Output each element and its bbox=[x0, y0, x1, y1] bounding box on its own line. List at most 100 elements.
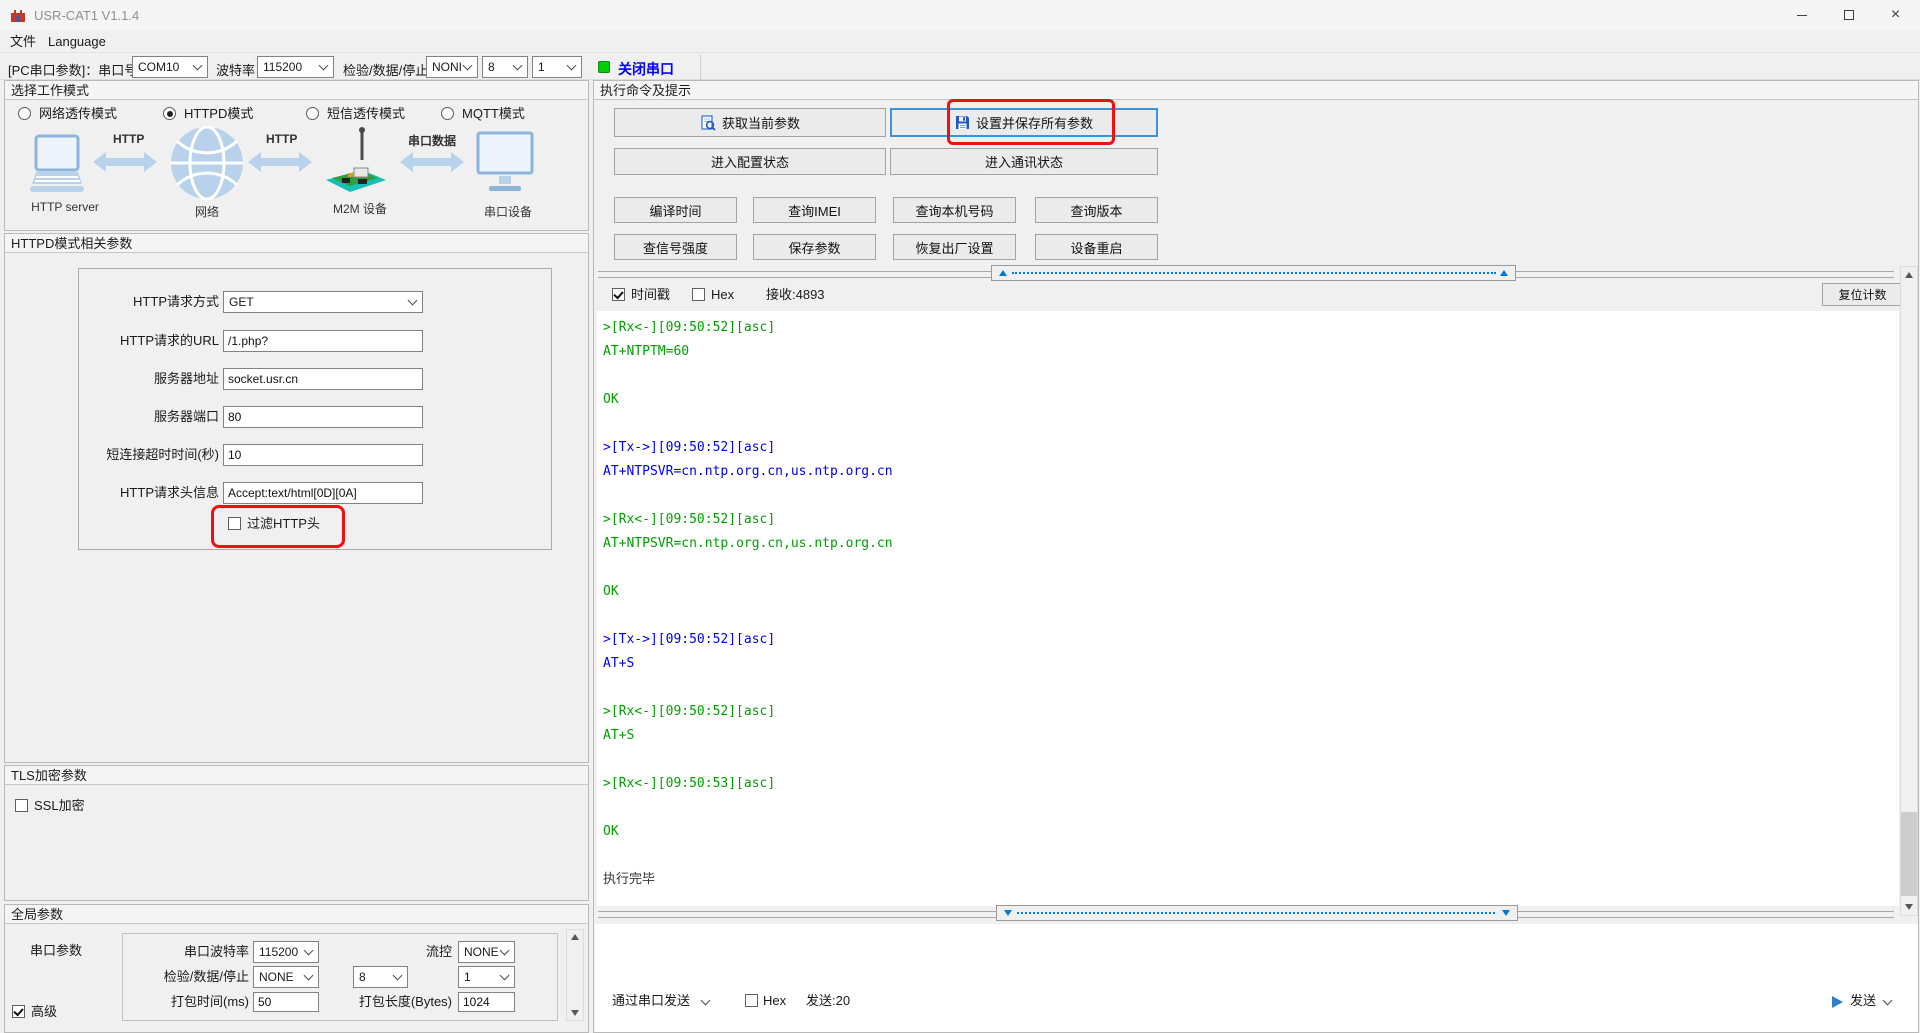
chevron-down-icon bbox=[499, 970, 510, 981]
log-line: >[Tx->][09:50:52][asc] bbox=[603, 632, 776, 647]
com-port-select[interactable]: COM10 bbox=[132, 56, 208, 78]
save-params-button[interactable]: 保存参数 bbox=[753, 234, 876, 260]
scroll-down-icon[interactable] bbox=[571, 1010, 579, 1016]
get-params-button[interactable]: 获取当前参数 bbox=[614, 108, 886, 137]
parity-value: NONI bbox=[432, 60, 462, 74]
get-params-label: 获取当前参数 bbox=[721, 116, 800, 131]
timeout-input[interactable] bbox=[223, 444, 423, 466]
chevron-down-icon bbox=[512, 60, 523, 71]
query-version-label: 查询版本 bbox=[1070, 203, 1123, 219]
ssl-checkbox[interactable] bbox=[15, 799, 28, 812]
stopbits-select[interactable]: 1 bbox=[532, 56, 582, 78]
http-method-select[interactable]: GET bbox=[223, 291, 423, 313]
device-restart-button[interactable]: 设备重启 bbox=[1035, 234, 1158, 260]
hex-display-label: Hex bbox=[711, 287, 735, 302]
splitter-dotted-line bbox=[1012, 272, 1496, 274]
global-stopbits-value: 1 bbox=[464, 970, 471, 984]
app-window: USR-CAT1 V1.1.4 × 文件 Language [PC串口参数]：串… bbox=[0, 0, 1920, 1033]
set-save-button[interactable]: 设置并保存所有参数 bbox=[890, 108, 1158, 137]
radio-sms-mode[interactable] bbox=[306, 107, 319, 120]
global-baud-select[interactable]: 115200 bbox=[253, 941, 319, 963]
timestamp-checkbox[interactable] bbox=[612, 288, 625, 301]
packtime-label: 打包时间(ms) bbox=[171, 994, 249, 1009]
title-bar: USR-CAT1 V1.1.4 × bbox=[0, 0, 1920, 30]
minimize-button[interactable] bbox=[1778, 0, 1825, 30]
m2m-device-icon bbox=[326, 127, 386, 192]
menu-item-language[interactable]: Language bbox=[43, 33, 111, 51]
flow-control-select[interactable]: NONE bbox=[458, 941, 515, 963]
laptop-icon bbox=[30, 134, 84, 192]
chevron-down-icon bbox=[303, 945, 314, 956]
log-line: >[Rx<-][09:50:53][asc] bbox=[603, 776, 776, 791]
pc-serial-label: [PC串口参数]：串口号 bbox=[8, 63, 138, 78]
filter-http-label: 过滤HTTP头 bbox=[247, 516, 320, 531]
baud-rate-select[interactable]: 115200 bbox=[257, 56, 334, 78]
splitter-dotted-line bbox=[1017, 912, 1495, 914]
query-version-button[interactable]: 查询版本 bbox=[1035, 197, 1158, 223]
tls-group: TLS加密参数 bbox=[4, 765, 589, 901]
field-label-timeout: 短连接超时时间(秒) bbox=[106, 447, 219, 462]
tls-header: TLS加密参数 bbox=[5, 766, 588, 785]
factory-reset-button[interactable]: 恢复出厂设置 bbox=[893, 234, 1016, 260]
send-hex-label: Hex bbox=[763, 993, 787, 1008]
signal-strength-button[interactable]: 查信号强度 bbox=[614, 234, 737, 260]
query-number-label: 查询本机号码 bbox=[915, 203, 994, 219]
enter-config-button[interactable]: 进入配置状态 bbox=[614, 148, 886, 175]
diagram-link-http-1: HTTP bbox=[113, 132, 145, 146]
app-icon bbox=[11, 10, 25, 22]
radio-net-transparent-mode[interactable] bbox=[18, 107, 31, 120]
send-hex-checkbox[interactable] bbox=[745, 994, 758, 1007]
minimize-icon bbox=[1796, 14, 1807, 16]
log-area[interactable]: >[Rx<-][09:50:52][asc] AT+NTPTM=60 OK >[… bbox=[597, 311, 1899, 906]
set-save-label: 设置并保存所有参数 bbox=[975, 116, 1093, 131]
hex-display-checkbox[interactable] bbox=[692, 288, 705, 301]
log-line: AT+NTPSVR=cn.ntp.org.cn,us.ntp.org.cn bbox=[603, 464, 893, 479]
http-url-input[interactable] bbox=[223, 330, 423, 352]
global-stopbits-select[interactable]: 1 bbox=[458, 966, 515, 988]
serial-toolbar: [PC串口参数]：串口号 COM10 波特率 115200 检验/数据/停止 N… bbox=[0, 54, 1920, 80]
flow-control-label: 流控 bbox=[425, 944, 452, 959]
radio-httpd-mode[interactable] bbox=[163, 107, 176, 120]
close-port-button[interactable]: 关闭串口 bbox=[618, 59, 674, 79]
packtime-input[interactable] bbox=[253, 992, 319, 1012]
compile-time-button[interactable]: 编译时间 bbox=[614, 197, 737, 223]
send-button[interactable]: 发送 bbox=[1850, 990, 1876, 1012]
field-label-server-port: 服务器端口 bbox=[153, 409, 219, 424]
query-imei-button[interactable]: 查询IMEI bbox=[753, 197, 876, 223]
databits-value: 8 bbox=[488, 60, 495, 74]
log-line: >[Rx<-][09:50:52][asc] bbox=[603, 704, 776, 719]
radio-mqtt-mode[interactable] bbox=[441, 107, 454, 120]
maximize-button[interactable] bbox=[1825, 0, 1872, 30]
server-port-input[interactable] bbox=[223, 406, 423, 428]
global-parity-select[interactable]: NONE bbox=[253, 966, 319, 988]
advanced-checkbox[interactable] bbox=[12, 1005, 25, 1018]
splitter-arrow-icon bbox=[999, 270, 1007, 276]
compile-time-label: 编译时间 bbox=[649, 203, 702, 219]
parity-select[interactable]: NONI bbox=[426, 56, 478, 78]
radio-sms-label: 短信透传模式 bbox=[327, 106, 406, 121]
menu-item-file[interactable]: 文件 bbox=[5, 33, 41, 51]
query-number-button[interactable]: 查询本机号码 bbox=[893, 197, 1016, 223]
send-area bbox=[595, 924, 1918, 1032]
scroll-up-icon[interactable] bbox=[571, 934, 579, 940]
send-via-dropdown[interactable]: 通过串口发送 bbox=[612, 990, 690, 1012]
filter-http-checkbox[interactable] bbox=[228, 517, 241, 530]
reset-count-button[interactable]: 复位计数 bbox=[1822, 283, 1903, 306]
global-params-header: 全局参数 bbox=[5, 905, 588, 924]
packlen-input[interactable] bbox=[458, 992, 515, 1012]
scroll-down-icon[interactable] bbox=[1905, 904, 1913, 910]
close-button[interactable]: × bbox=[1872, 0, 1919, 30]
radio-net-transparent-label: 网络透传模式 bbox=[39, 106, 118, 121]
chevron-down-icon bbox=[499, 945, 510, 956]
global-databits-select[interactable]: 8 bbox=[353, 966, 408, 988]
enter-comm-button[interactable]: 进入通讯状态 bbox=[890, 148, 1158, 175]
scroll-up-icon[interactable] bbox=[1905, 272, 1913, 278]
global-scrollbar-track[interactable] bbox=[566, 929, 584, 1021]
arrow-icon bbox=[400, 152, 464, 172]
http-header-input[interactable] bbox=[223, 482, 423, 504]
databits-select[interactable]: 8 bbox=[482, 56, 528, 78]
server-addr-input[interactable] bbox=[223, 368, 423, 390]
log-scrollbar-thumb[interactable] bbox=[1901, 812, 1917, 896]
arrow-icon bbox=[93, 152, 157, 172]
